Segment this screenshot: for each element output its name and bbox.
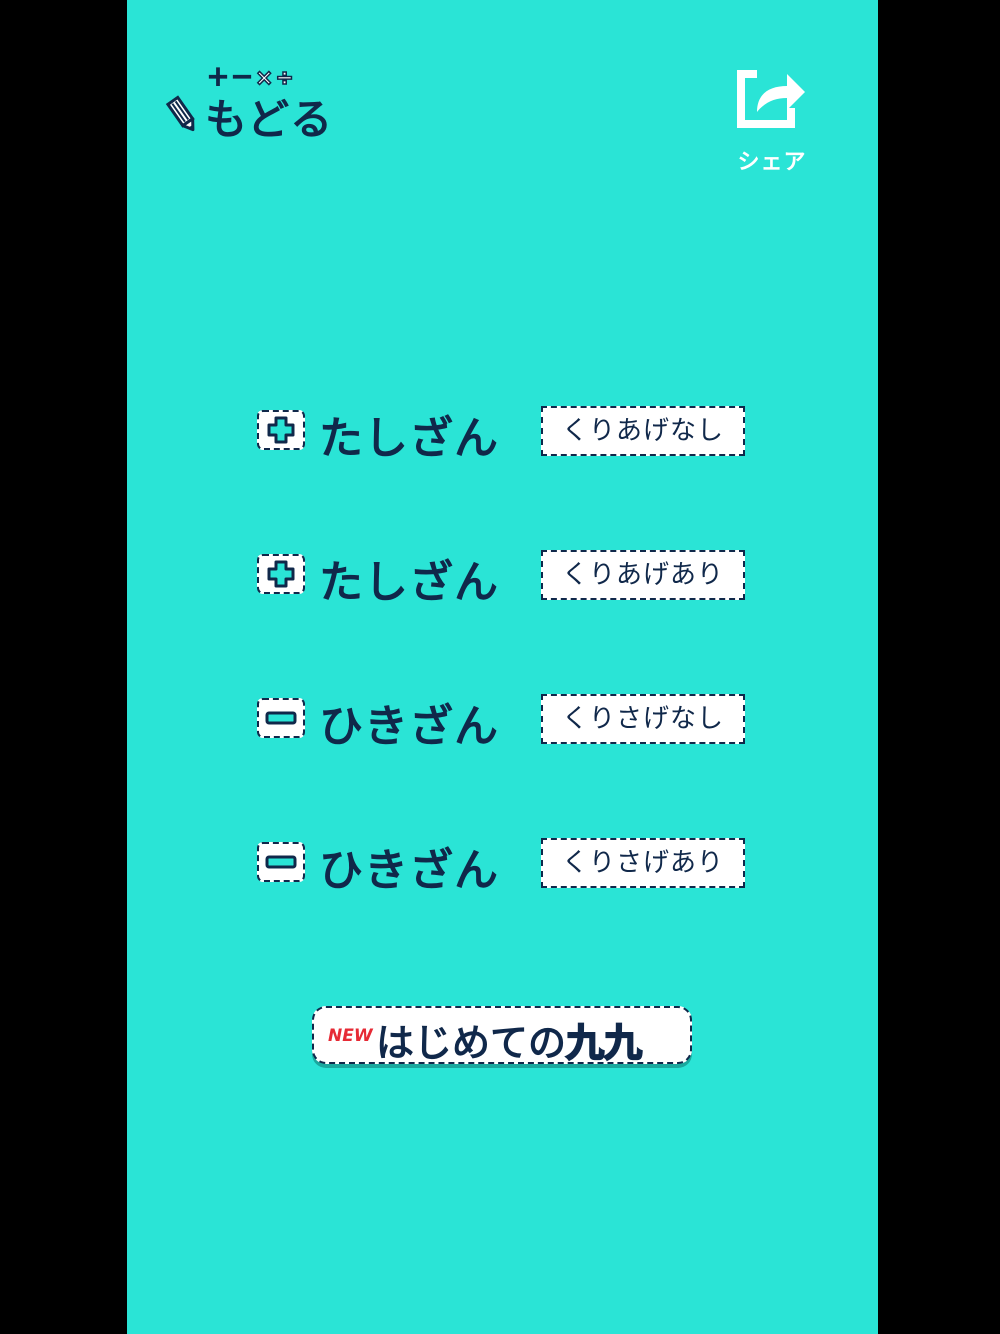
share-icon: [737, 70, 805, 128]
app-screen: ＋－×÷ もどる シェア たしざん くりあげなし たしざん くりあげあり ひきざ…: [127, 0, 878, 1334]
menu-item-title: たしざん: [319, 413, 499, 464]
back-label: もどる: [205, 95, 334, 144]
menu-item-addition-no-carry[interactable]: たしざん くりあげなし: [257, 406, 747, 464]
menu-item-subtraction-no-borrow[interactable]: ひきざん くりさげなし: [257, 694, 747, 752]
menu-item-title: ひきざん: [319, 701, 499, 752]
menu-item-tag: くりさげなし: [541, 694, 745, 744]
plus-icon: [257, 554, 305, 594]
menu-item-title: ひきざん: [319, 845, 499, 896]
multiplication-table-label: はじめての九九: [376, 1012, 643, 1067]
minus-icon: [257, 698, 305, 738]
multiplication-table-button[interactable]: NEW はじめての九九: [312, 1006, 692, 1067]
menu-item-tag: くりあげなし: [541, 406, 745, 456]
minus-icon: [257, 842, 305, 882]
menu-item-tag: くりさげあり: [541, 838, 745, 888]
new-badge: NEW: [328, 1026, 373, 1046]
plus-icon: [257, 410, 305, 450]
menu-item-subtraction-with-borrow[interactable]: ひきざん くりさげあり: [257, 838, 747, 896]
back-button[interactable]: ＋－×÷ もどる: [165, 60, 345, 144]
menu-item-title: たしざん: [319, 557, 499, 608]
menu-item-addition-with-carry[interactable]: たしざん くりあげあり: [257, 550, 747, 608]
share-button[interactable]: シェア: [727, 64, 817, 175]
promo-accent: 九九: [565, 1020, 643, 1066]
share-label: シェア: [737, 150, 807, 175]
menu-item-tag: くりあげあり: [541, 550, 745, 600]
promo-label: はじめての: [376, 1021, 567, 1065]
pencil-icon: [165, 95, 195, 132]
